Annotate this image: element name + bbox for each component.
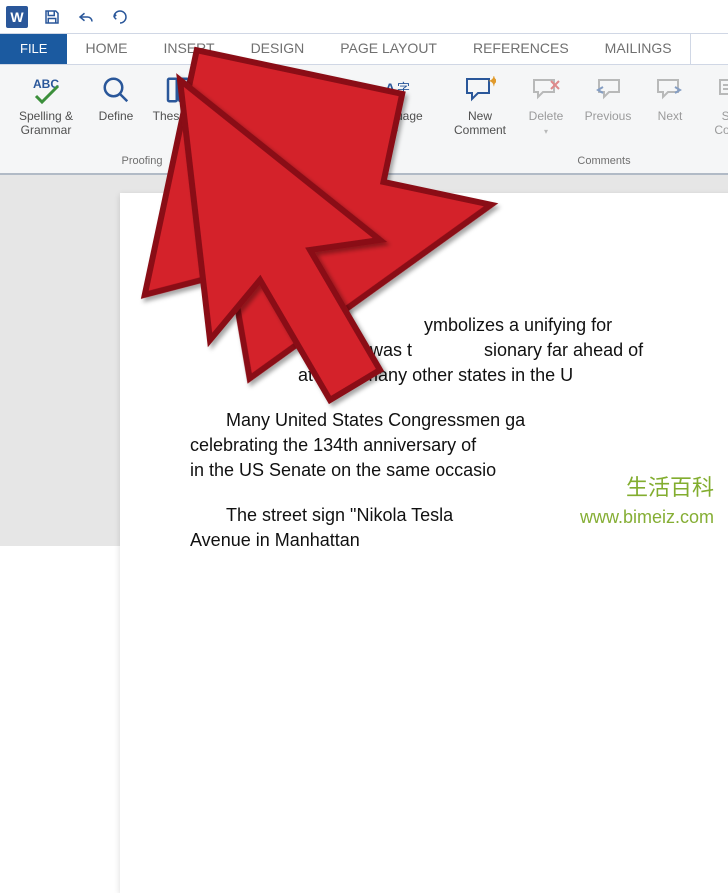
- translate-label: Translate: [301, 109, 351, 123]
- group-proofing: ABC Spelling & Grammar Define Thesauru: [0, 65, 284, 173]
- tab-mailings[interactable]: MAILINGS: [587, 34, 690, 64]
- document-page[interactable]: xxxxxxxxxxxxxxxxxxxxxxxxxxymbolizes a un…: [120, 193, 728, 893]
- abc-text: ABC: [231, 80, 255, 92]
- group-comments: ✦ New Comment Delete ▾ Previous: [438, 65, 728, 173]
- new-comment-icon: ✦: [464, 73, 496, 107]
- document-workspace: xxxxxxxxxxxxxxxxxxxxxxxxxxymbolizes a un…: [0, 174, 728, 546]
- save-icon[interactable]: [42, 7, 62, 27]
- language-button[interactable]: A字 Language ▾: [362, 71, 430, 139]
- show-comments-button[interactable]: Shc Comm: [702, 71, 728, 137]
- previous-label: Previous: [585, 109, 632, 123]
- thesaurus-label: Thesauru: [153, 109, 204, 123]
- thesaurus-button[interactable]: Thesauru: [148, 71, 208, 123]
- word-count-button[interactable]: ABC 123 Word Count: [215, 74, 271, 142]
- chevron-down-icon: ▾: [324, 127, 328, 136]
- thesaurus-icon: [163, 73, 193, 107]
- tab-home[interactable]: HOME: [67, 34, 145, 64]
- watermark-cn: 生活百科: [626, 470, 714, 502]
- word-count-icon: ABC 123: [231, 76, 255, 112]
- language-icon: A字: [379, 73, 413, 107]
- doc-line: celebrating the 134th anniversary of: [190, 435, 476, 455]
- show-comments-label: Shc Comm: [714, 109, 728, 137]
- translate-button[interactable]: aあ Translate ▾: [292, 71, 360, 139]
- doc-line: ymbolizes a unifying for: [424, 315, 612, 335]
- doc-line: sionary far ahead of: [484, 340, 643, 360]
- svg-text:あ: あ: [327, 83, 340, 98]
- svg-text:字: 字: [397, 81, 410, 96]
- redo-icon[interactable]: [110, 7, 130, 27]
- next-label: Next: [658, 109, 683, 123]
- chevron-down-icon: ▾: [394, 127, 398, 136]
- tab-references[interactable]: REFERENCES: [455, 34, 587, 64]
- proofing-group-label: Proofing: [0, 155, 284, 173]
- previous-comment-button[interactable]: Previous: [578, 71, 638, 123]
- define-label: Define: [99, 109, 134, 123]
- 123-text: 123: [231, 94, 255, 108]
- word-logo-letter: W: [10, 9, 23, 25]
- delete-label: Delete: [529, 109, 564, 123]
- undo-icon[interactable]: [76, 7, 96, 27]
- translate-icon: aあ: [309, 73, 343, 107]
- svg-text:a: a: [319, 78, 326, 92]
- spelling-label: Spelling & Grammar: [19, 109, 73, 137]
- next-comment-icon: [655, 73, 685, 107]
- title-bar: W: [0, 0, 728, 34]
- doc-line: Avenue in Manhattan: [190, 530, 360, 550]
- tab-insert[interactable]: INSERT: [145, 34, 232, 64]
- doc-line: in the US Senate on the same occasio: [190, 460, 496, 480]
- tab-more[interactable]: [690, 34, 727, 64]
- new-comment-button[interactable]: ✦ New Comment: [446, 71, 514, 137]
- word-count-label: Word Count: [227, 114, 259, 142]
- doc-line: ate and many other states in the U: [298, 365, 573, 385]
- language-label: Language: [369, 109, 422, 123]
- word-count-highlight: ABC 123 Word Count: [210, 69, 276, 149]
- delete-comment-icon: [531, 73, 561, 107]
- language-group-label: [284, 155, 438, 173]
- new-comment-label: New Comment: [454, 109, 506, 137]
- tab-design[interactable]: DESIGN: [233, 34, 323, 64]
- doc-line: The street sign "Nikola Tesla: [226, 505, 453, 525]
- chevron-down-icon: ▾: [544, 127, 548, 136]
- comments-group-label: Comments: [438, 155, 728, 173]
- ribbon: ABC Spelling & Grammar Define Thesauru: [0, 64, 728, 174]
- spelling-grammar-button[interactable]: ABC Spelling & Grammar: [8, 71, 84, 137]
- define-icon: [101, 73, 131, 107]
- spelling-icon: ABC: [26, 73, 66, 107]
- svg-text:✦: ✦: [488, 76, 496, 89]
- ribbon-tabs: FILE HOME INSERT DESIGN PAGE LAYOUT REFE…: [0, 34, 728, 64]
- next-comment-button[interactable]: Next: [640, 71, 700, 123]
- delete-comment-button[interactable]: Delete ▾: [516, 71, 576, 139]
- doc-line: was t: [370, 340, 412, 360]
- watermark-url: www.bimeiz.com: [580, 507, 714, 528]
- show-comments-icon: [717, 73, 728, 107]
- previous-comment-icon: [593, 73, 623, 107]
- tab-file[interactable]: FILE: [0, 34, 67, 64]
- group-language: aあ Translate ▾ A字 Language ▾: [284, 65, 438, 173]
- doc-line: Many United States Congressmen ga: [226, 410, 525, 430]
- tab-page-layout[interactable]: PAGE LAYOUT: [322, 34, 455, 64]
- svg-text:A: A: [385, 80, 395, 96]
- define-button[interactable]: Define: [86, 71, 146, 123]
- word-logo: W: [6, 6, 28, 28]
